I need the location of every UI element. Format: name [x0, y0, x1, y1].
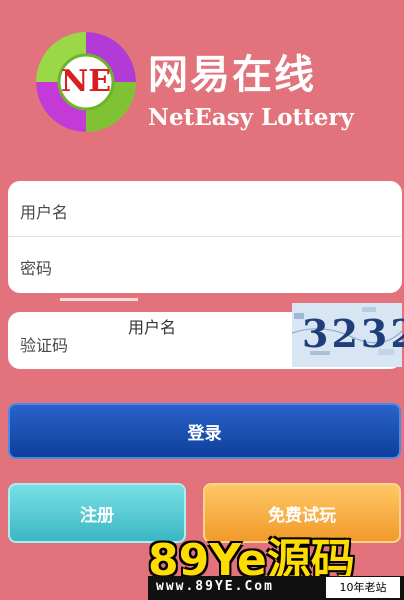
glitch-stripe [60, 298, 138, 301]
captcha-input[interactable] [20, 332, 110, 358]
login-button[interactable]: 登录 [8, 403, 401, 459]
brand-name-cn: 网易在线 [148, 51, 316, 98]
captcha-code: 3232 [302, 311, 404, 356]
watermark-badge: 10年老站 [326, 577, 400, 598]
form-divider [8, 236, 402, 237]
watermark: 89Ye源码 www.89YE.Com 10年老站 [148, 524, 404, 600]
password-input[interactable] [20, 255, 390, 281]
ghost-username-label: 用户名 [128, 318, 177, 337]
username-input[interactable] [20, 199, 390, 225]
brand-logo-icon: NE [36, 32, 136, 132]
captcha-image[interactable]: 3232 [291, 303, 404, 367]
brand-badge-text: NE [60, 64, 112, 99]
watermark-url: www.89YE.Com [156, 579, 274, 594]
brand-name-en: NetEasy Lottery [148, 104, 354, 131]
